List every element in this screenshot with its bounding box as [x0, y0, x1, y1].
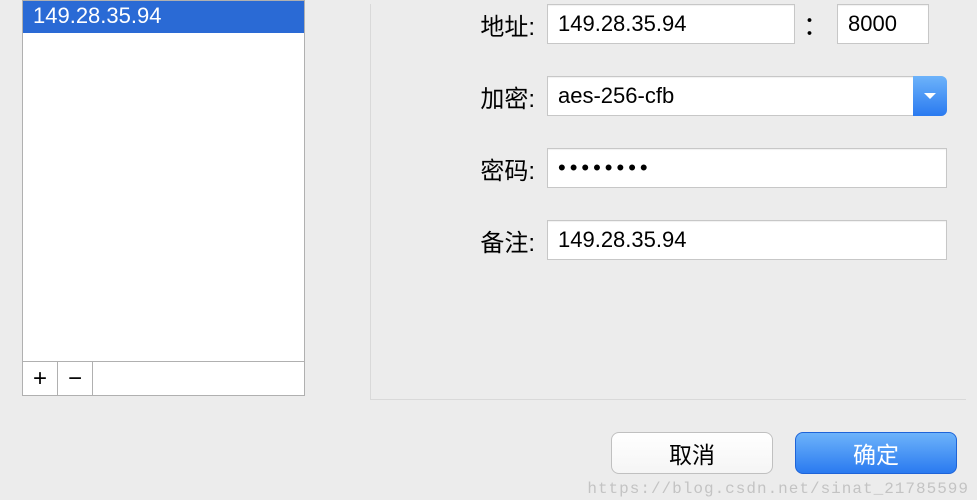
add-server-button[interactable]: + — [23, 362, 58, 395]
cancel-button[interactable]: 取消 — [611, 432, 773, 474]
address-label: 地址: — [457, 7, 547, 42]
remove-server-button[interactable]: − — [58, 362, 93, 395]
encryption-row: 加密: — [457, 76, 966, 116]
server-sidebar: 149.28.35.94 + − — [22, 0, 322, 400]
encryption-select[interactable] — [547, 76, 947, 116]
address-row: 地址: ： — [457, 4, 966, 44]
password-row: 密码: — [457, 148, 966, 188]
dialog-buttons: 取消 确定 — [611, 432, 957, 474]
server-list[interactable]: 149.28.35.94 — [22, 0, 305, 362]
remark-row: 备注: — [457, 220, 966, 260]
server-list-controls: + − — [22, 362, 305, 396]
address-port-separator: ： — [795, 6, 837, 43]
remark-input[interactable] — [547, 220, 947, 260]
form-inner: 地址: ： 加密: 密码: 备注: — [370, 4, 966, 400]
encryption-label: 加密: — [457, 79, 547, 114]
port-input[interactable] — [837, 4, 929, 44]
address-input[interactable] — [547, 4, 795, 44]
watermark-text: https://blog.csdn.net/sinat_21785599 — [587, 480, 969, 498]
preferences-dialog: 149.28.35.94 + − 地址: ： 加密: — [0, 0, 977, 400]
server-config-panel: 地址: ： 加密: 密码: 备注: — [370, 0, 970, 400]
list-controls-spacer — [93, 362, 304, 395]
remark-label: 备注: — [457, 223, 547, 258]
password-input[interactable] — [547, 148, 947, 188]
password-label: 密码: — [457, 151, 547, 186]
server-list-item[interactable]: 149.28.35.94 — [23, 1, 304, 33]
encryption-select-wrapper[interactable] — [547, 76, 947, 116]
ok-button[interactable]: 确定 — [795, 432, 957, 474]
